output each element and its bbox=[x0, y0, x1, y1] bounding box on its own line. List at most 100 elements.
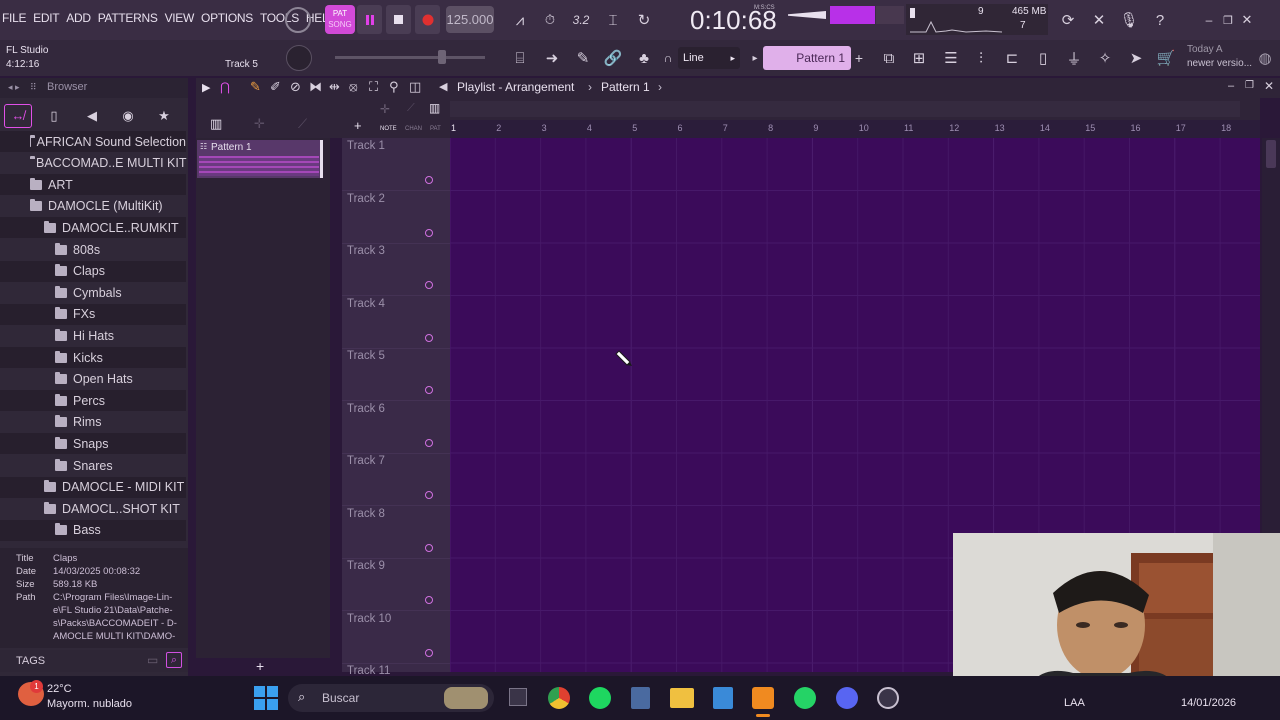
browser-item[interactable]: Rims bbox=[0, 412, 186, 433]
language-indicator[interactable]: LAA bbox=[1064, 697, 1085, 709]
browser-item[interactable]: Kicks bbox=[0, 347, 186, 368]
browser-item[interactable]: FXs bbox=[0, 303, 186, 325]
playlist-mute-icon[interactable]: ⧓ bbox=[309, 79, 322, 95]
pattern-selector[interactable]: Pattern 1 bbox=[763, 46, 851, 70]
news-line1[interactable]: Today A bbox=[1187, 44, 1223, 55]
discord-icon[interactable] bbox=[836, 687, 858, 709]
slash-icon[interactable]: ⟋ bbox=[298, 116, 307, 132]
browser-arrow-icon[interactable]: ◂ ▸ bbox=[8, 82, 20, 93]
taskbar-search[interactable]: ⌕ Buscar bbox=[288, 684, 494, 712]
link-icon[interactable]: 🔗 bbox=[602, 47, 624, 69]
add-track-icon[interactable]: + bbox=[354, 118, 362, 133]
browser-speaker-icon[interactable]: ◀ bbox=[78, 104, 106, 128]
mixer-icon[interactable]: ⫶ bbox=[970, 47, 992, 69]
browser-item[interactable]: Bass bbox=[0, 519, 186, 541]
restore-icon[interactable]: ❐ bbox=[1220, 9, 1236, 31]
channel-rack-icon[interactable]: ☰ bbox=[940, 47, 962, 69]
piano-icon[interactable]: ⌸ bbox=[508, 47, 532, 69]
piano-keys-icon[interactable]: ▥ bbox=[210, 116, 222, 132]
pattern-prev-icon[interactable]: ▸ bbox=[748, 47, 762, 69]
minimize-icon[interactable]: – bbox=[1201, 9, 1217, 31]
track-mute-icon[interactable] bbox=[425, 228, 433, 237]
stop-button[interactable] bbox=[386, 5, 411, 34]
help-icon[interactable]: ? bbox=[1150, 9, 1170, 31]
stamp-icon[interactable]: ♣ bbox=[633, 47, 655, 69]
track-mute-icon[interactable] bbox=[425, 333, 433, 342]
playlist-slice-icon[interactable]: ⦻ bbox=[349, 79, 358, 95]
arrows-icon[interactable]: ✛ bbox=[380, 102, 390, 116]
playlist-paint-icon[interactable]: ✐ bbox=[270, 79, 281, 95]
countdown-icon[interactable]: 3.2 bbox=[568, 9, 594, 31]
master-pitch-track[interactable] bbox=[335, 56, 485, 59]
playlist-restore-icon[interactable]: ❐ bbox=[1245, 80, 1254, 91]
task-view-icon[interactable] bbox=[509, 688, 527, 706]
microphone-icon[interactable]: 🎙 bbox=[1119, 9, 1139, 31]
browser-item[interactable]: Snares bbox=[0, 455, 186, 476]
tempo-display[interactable]: 125.000 bbox=[446, 6, 494, 33]
refresh-icon[interactable]: ⟳ bbox=[1058, 9, 1078, 31]
arrow-right-icon[interactable]: ➜ bbox=[540, 47, 564, 69]
menu-options[interactable]: OPTIONS bbox=[201, 11, 253, 25]
track-label[interactable]: Track 9 bbox=[347, 560, 385, 572]
weather-temp[interactable]: 22°C bbox=[47, 683, 72, 695]
playlist-back-icon[interactable]: ◀ bbox=[439, 80, 447, 93]
timeline-ruler[interactable]: 1 2 3 4 5 6 7 8 9 10 11 12 13 14 15 16 17 18 bbox=[450, 120, 1260, 138]
track-label[interactable]: Track 2 bbox=[347, 193, 385, 205]
playlist-icon[interactable]: ⧉ bbox=[878, 47, 900, 69]
vertical-scroll-thumb[interactable] bbox=[1266, 140, 1276, 168]
playlist-slip-icon[interactable]: ⇹ bbox=[329, 79, 340, 95]
loop-record-icon[interactable]: ↻ bbox=[631, 9, 657, 31]
close-icon[interactable]: ✕ bbox=[1239, 9, 1255, 31]
browser-item[interactable]: DAMOCLE - MIDI KIT bbox=[0, 476, 186, 498]
browser-star-icon[interactable]: ★ bbox=[150, 104, 178, 128]
pencil-icon[interactable]: ✎ bbox=[572, 47, 594, 69]
playlist-close-icon[interactable]: ✕ bbox=[1264, 79, 1274, 93]
browser-item[interactable]: Claps bbox=[0, 260, 186, 282]
track-label[interactable]: Track 8 bbox=[347, 508, 385, 520]
master-pitch-handle[interactable] bbox=[438, 50, 446, 64]
main-volume-knob[interactable] bbox=[286, 45, 312, 71]
track-label[interactable]: Track 4 bbox=[347, 298, 385, 310]
file-icon[interactable]: ▯ bbox=[1032, 47, 1054, 69]
fl-studio-taskbar-icon[interactable] bbox=[752, 687, 774, 709]
step-edit-icon[interactable]: ⌶ bbox=[600, 9, 626, 31]
playlist-magnet-icon[interactable]: ⋂ bbox=[220, 80, 230, 94]
playlist-select-icon[interactable]: ⛶ bbox=[369, 79, 378, 95]
browser-menu-icon[interactable]: ⠿ bbox=[30, 82, 37, 93]
hierarchy-icon[interactable]: ⊏ bbox=[1001, 47, 1023, 69]
calculator-icon[interactable] bbox=[631, 687, 650, 709]
track-label[interactable]: Track 10 bbox=[347, 613, 391, 625]
track-label[interactable]: Track 7 bbox=[347, 455, 385, 467]
track-mute-icon[interactable] bbox=[425, 176, 433, 184]
browser-icon[interactable]: ✧ bbox=[1094, 47, 1116, 69]
chan-label[interactable]: CHAN bbox=[405, 126, 422, 132]
browser-item[interactable]: Percs bbox=[0, 390, 186, 412]
browser-plugin-icon[interactable]: ◉ bbox=[114, 104, 142, 128]
play-button[interactable] bbox=[357, 5, 382, 34]
pat-song-toggle[interactable]: PAT SONG bbox=[325, 5, 355, 34]
piano-roll-icon[interactable]: ⊞ bbox=[908, 47, 930, 69]
master-volume-knob[interactable] bbox=[285, 7, 311, 33]
menu-file[interactable]: FILE bbox=[2, 11, 26, 25]
plugin-icon[interactable]: ⏚ bbox=[1063, 47, 1085, 69]
record-button[interactable] bbox=[415, 5, 440, 34]
browser-item[interactable]: AFRICAN Sound Selection bbox=[0, 131, 186, 152]
track-mute-icon[interactable] bbox=[425, 491, 433, 499]
link-icon-2[interactable]: ⟋ bbox=[407, 102, 415, 115]
playlist-play-icon[interactable]: ▶ bbox=[202, 81, 210, 94]
piano-keys-icon-2[interactable]: ▥ bbox=[429, 101, 440, 115]
weather-desc[interactable]: Mayorm. nublado bbox=[47, 698, 132, 710]
folder-icon[interactable]: ▭ bbox=[147, 653, 158, 667]
browser-item[interactable]: Open Hats bbox=[0, 369, 186, 390]
cart-icon[interactable]: 🛒 bbox=[1155, 47, 1177, 69]
add-pattern-icon[interactable]: + bbox=[852, 47, 866, 69]
whatsapp-icon[interactable] bbox=[794, 687, 816, 709]
playlist-pattern[interactable]: Pattern 1 bbox=[601, 80, 650, 94]
taskbar-date[interactable]: 14/01/2026 bbox=[1181, 697, 1236, 709]
note-label[interactable]: NOTE bbox=[380, 126, 397, 132]
menu-add[interactable]: ADD bbox=[66, 11, 91, 25]
browser-item[interactable]: ART bbox=[0, 174, 186, 196]
playlist-delete-icon[interactable]: ⊘ bbox=[290, 79, 301, 95]
track-mute-icon[interactable] bbox=[425, 648, 433, 657]
horizontal-scrollbar[interactable] bbox=[450, 101, 1240, 117]
